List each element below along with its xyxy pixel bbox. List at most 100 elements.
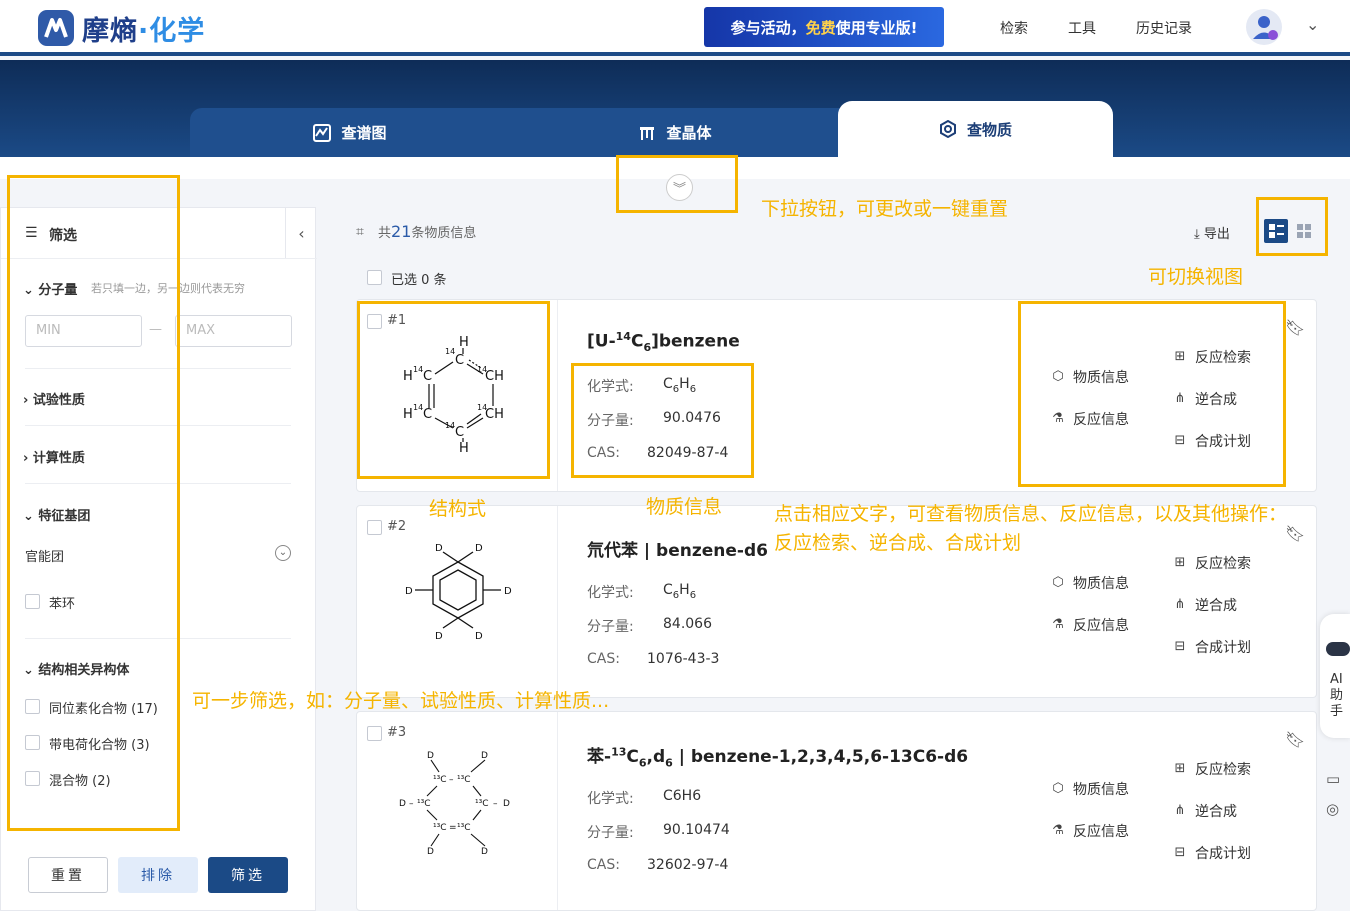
svg-text:D: D <box>435 631 443 642</box>
support-icon[interactable]: ◎ <box>1326 800 1339 818</box>
substance-info-link[interactable]: ⬡ 物质信息 <box>1051 779 1129 799</box>
chevron-down-circle-icon[interactable]: ⌄ <box>275 545 291 561</box>
synthesis-plan-link[interactable]: ⊟ 合成计划 <box>1173 843 1251 863</box>
reaction-search-link[interactable]: ⊞ 反应检索 <box>1173 553 1251 573</box>
reaction-info-link[interactable]: ⚗ 反应信息 <box>1051 615 1129 635</box>
structure-highlight-box <box>357 301 550 479</box>
tab-label: 查物质 <box>966 120 1012 139</box>
annotation-dropdown: 下拉按钮，可更改或一键重置 <box>761 198 1009 220</box>
divider <box>557 506 558 697</box>
substance-title[interactable]: [U-14C6]benzene <box>587 330 740 354</box>
nav-tools[interactable]: 工具 <box>1068 18 1096 38</box>
annotation-filter: 可一步筛选，如：分子量、试验性质、计算性质... <box>192 690 610 712</box>
tab-spectrum[interactable]: 查谱图 <box>190 108 510 157</box>
chevron-left-icon: ‹ <box>298 223 305 243</box>
substance-icon <box>939 120 956 138</box>
chevron-down-icon[interactable]: ⌄ <box>1306 15 1319 34</box>
flask-icon: ⚗ <box>1052 617 1064 632</box>
svg-text:¹³C: ¹³C <box>457 823 471 833</box>
collapse-sidebar-button[interactable]: ‹ <box>285 208 317 258</box>
exclude-button[interactable]: 排除 <box>118 857 198 893</box>
export-button[interactable]: ⤓ 导出 <box>1194 223 1230 242</box>
reaction-search-icon: ⊞ <box>1174 761 1186 776</box>
hexagon-icon: ⬡ <box>1052 575 1064 590</box>
mw-label: 分子量: <box>587 619 634 635</box>
bookmark-icon[interactable]: 🔖︎ <box>1285 730 1305 749</box>
formula-value: C6H6 <box>663 788 702 804</box>
svg-text:D: D <box>503 799 510 809</box>
svg-text:–: – <box>409 799 414 809</box>
cas-value: 1076-43-3 <box>647 651 720 667</box>
reset-button[interactable]: 重置 <box>28 857 108 893</box>
substance-title[interactable]: 氘代苯 | benzene-d6 <box>587 536 768 561</box>
structure-image[interactable]: DD ¹³C – ¹³C D – ¹³C ¹³C – D ¹³C = ¹³C DD <box>393 748 533 858</box>
svg-text:¹³C: ¹³C <box>475 799 489 809</box>
svg-text:D: D <box>427 847 434 857</box>
bookmark-icon[interactable]: 🔖︎ <box>1285 318 1305 337</box>
bookmark-icon[interactable]: 🔖︎ <box>1285 524 1305 543</box>
mw-max-input[interactable]: MAX <box>175 315 292 347</box>
svg-text:¹³C: ¹³C <box>433 775 447 785</box>
svg-text:D: D <box>435 543 443 554</box>
promo-banner[interactable]: 参与活动， 免费 使用专业版! <box>704 7 944 47</box>
result-count: 共21条物质信息 <box>378 222 477 241</box>
select-all-checkbox[interactable] <box>367 270 382 285</box>
nav-search[interactable]: 检索 <box>1000 18 1028 38</box>
tab-substance[interactable]: 查物质 <box>838 101 1113 157</box>
synthesis-plan-link[interactable]: ⊟ 合成计划 <box>1173 637 1251 657</box>
mw-value: 90.10474 <box>663 822 730 838</box>
svg-text:¹³C: ¹³C <box>457 775 471 785</box>
robot-icon <box>1326 642 1350 656</box>
result-card[interactable]: #3 DD ¹³C – ¹³C D – ¹³C ¹³C – D ¹³C = ¹³C DD 苯-1… <box>356 711 1317 911</box>
cas-value: 32602-97-4 <box>647 857 729 873</box>
feedback-icon[interactable]: ▭ <box>1326 770 1340 788</box>
annotation-structure: 结构式 <box>429 498 487 520</box>
row-checkbox[interactable] <box>367 726 382 741</box>
ai-assistant-panel[interactable]: AI助手 <box>1320 614 1350 738</box>
tab-label: 查谱图 <box>341 124 387 142</box>
reaction-info-link[interactable]: ⚗ 反应信息 <box>1051 821 1129 841</box>
row-number: #2 <box>387 519 407 534</box>
logo-text[interactable]: 摩熵·化学 <box>82 9 205 48</box>
retrosynthesis-link[interactable]: ⋔ 逆合成 <box>1173 595 1237 615</box>
logo-icon[interactable] <box>38 10 74 46</box>
cas-label: CAS: <box>587 857 620 873</box>
svg-text:D: D <box>481 751 488 761</box>
actions-highlight-box <box>1018 301 1286 487</box>
reaction-search-link[interactable]: ⊞ 反应检索 <box>1173 759 1251 779</box>
ai-assistant-label: AI助手 <box>1330 672 1344 719</box>
svg-text:D: D <box>481 847 488 857</box>
crystal-icon <box>640 126 655 140</box>
svg-text:D: D <box>399 799 406 809</box>
substance-title[interactable]: 苯-13C6,d6 | benzene-1,2,3,4,5,6-13C6-d6 <box>587 742 968 769</box>
divider <box>557 712 558 910</box>
flask-icon: ⚗ <box>1052 823 1064 838</box>
annotation-view: 可切换视图 <box>1148 266 1244 288</box>
avatar[interactable] <box>1246 9 1282 45</box>
row-checkbox[interactable] <box>367 520 382 535</box>
tab-crystal[interactable]: 查晶体 <box>510 108 840 157</box>
filter-button[interactable]: 筛选 <box>208 857 288 893</box>
svg-text:D: D <box>475 543 483 554</box>
tree-icon: ⋔ <box>1174 803 1186 818</box>
annotation-actions-line1: 点击相应文字，可查看物质信息、反应信息，以及其他操作： <box>774 503 1288 525</box>
svg-text:D: D <box>427 751 434 761</box>
mw-label: 分子量: <box>587 825 634 841</box>
spectrum-icon <box>313 123 332 142</box>
substance-info-highlight-box <box>571 363 754 478</box>
download-icon: ⤓ <box>1194 227 1204 242</box>
annotation-actions-line2: 反应检索、逆合成、合成计划 <box>774 532 1022 554</box>
retrosynthesis-link[interactable]: ⋔ 逆合成 <box>1173 801 1237 821</box>
svg-text:–: – <box>449 775 454 785</box>
plan-icon: ⊟ <box>1174 845 1186 860</box>
reaction-search-icon: ⊞ <box>1174 555 1186 570</box>
cas-label: CAS: <box>587 651 620 667</box>
dropdown-highlight-box <box>616 155 738 213</box>
annotation-substance: 物质信息 <box>646 496 723 518</box>
structure-image[interactable]: D D D D D D <box>393 542 523 652</box>
substance-info-link[interactable]: ⬡ 物质信息 <box>1051 573 1129 593</box>
formula-value: C6H6 <box>663 582 697 601</box>
hexagon-icon: ⬡ <box>1052 781 1064 796</box>
svg-text:D: D <box>405 586 413 597</box>
nav-history[interactable]: 历史记录 <box>1136 18 1192 38</box>
